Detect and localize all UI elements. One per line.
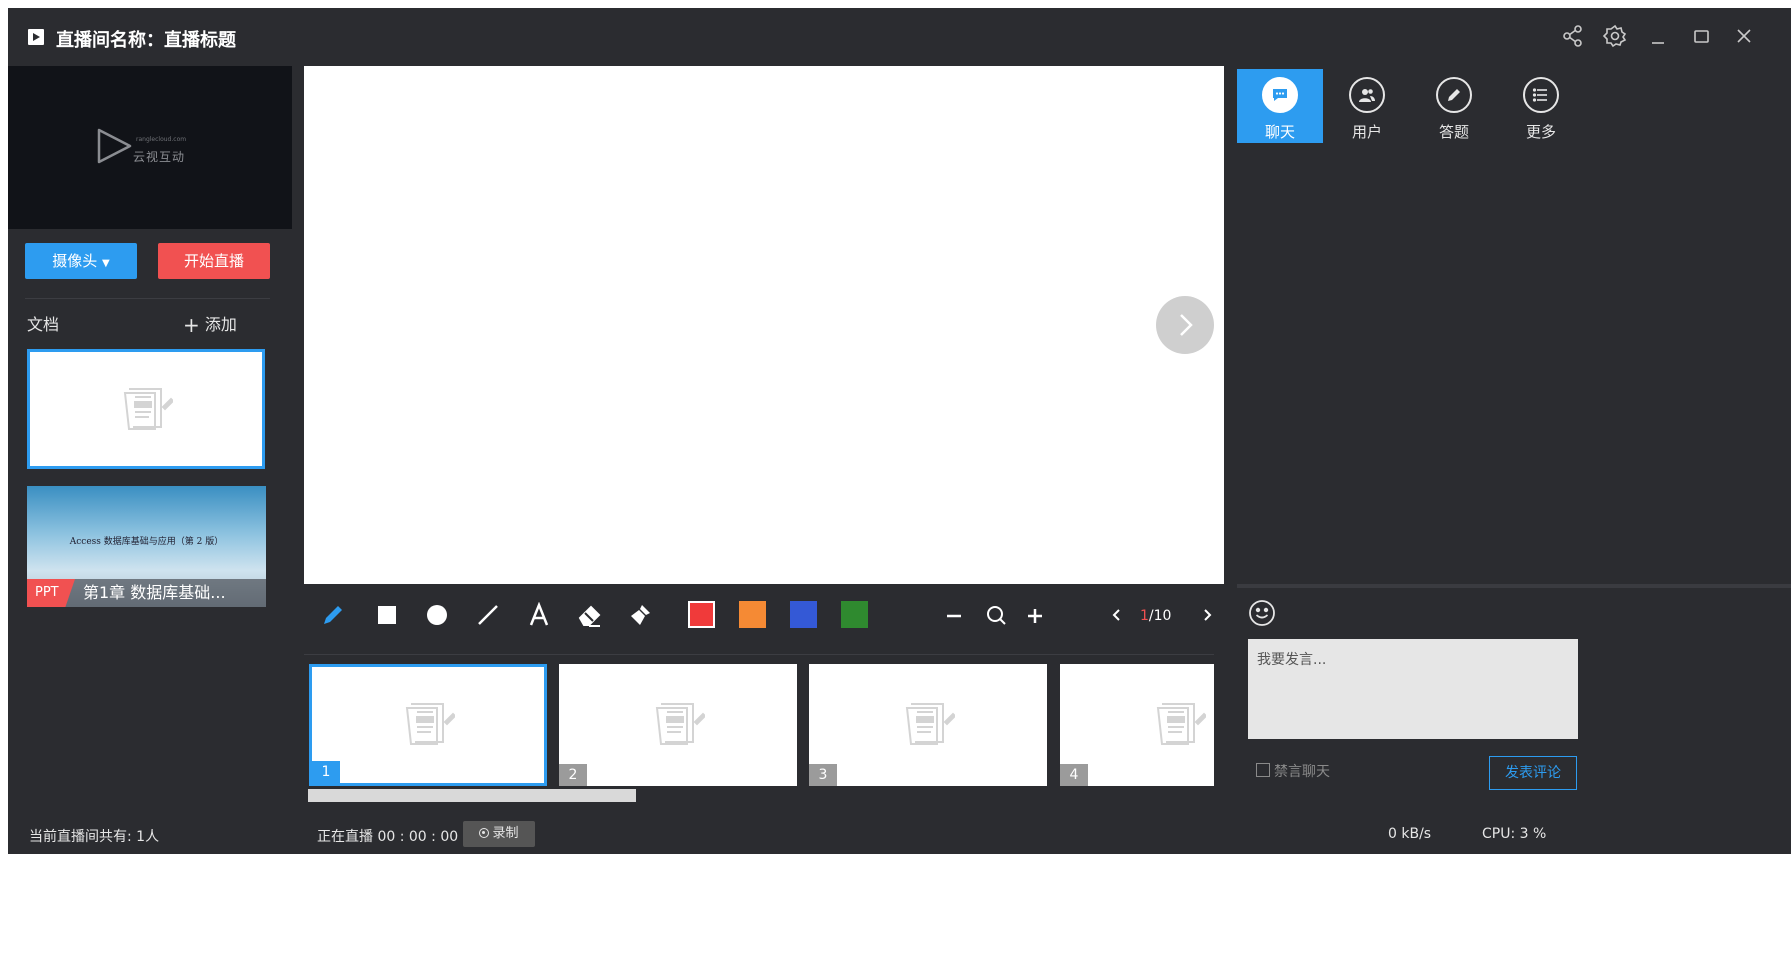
record-icon xyxy=(479,828,490,838)
window-title: 直播间名称：直播标题 xyxy=(56,30,236,51)
document-icon xyxy=(119,387,175,433)
scrollbar-thumb[interactable] xyxy=(308,789,636,802)
rectangle-icon[interactable] xyxy=(374,602,400,628)
maximize-icon[interactable] xyxy=(1687,22,1715,50)
add-label: 添加 xyxy=(204,315,237,334)
document-icon xyxy=(651,702,707,748)
documents-label: 文档 xyxy=(27,315,60,334)
drawing-toolbar: 1/10 xyxy=(304,584,1224,654)
chat-input[interactable]: 我要发言... xyxy=(1248,639,1578,739)
empty-area xyxy=(8,854,1791,967)
network-speed: 0 kB/s xyxy=(1388,826,1432,842)
start-live-button[interactable]: 开始直播 xyxy=(158,243,270,279)
caret-down-icon: ▼ xyxy=(102,258,110,269)
pencil-icon xyxy=(1436,77,1472,113)
right-tabs: 聊天 用户 答题 更多 xyxy=(1237,66,1791,146)
text-icon[interactable] xyxy=(526,601,552,628)
tab-more[interactable]: 更多 xyxy=(1498,69,1584,143)
ppt-slide-title: Access 数据库基础与应用（第 2 版） xyxy=(69,537,224,547)
mute-chat-checkbox[interactable] xyxy=(1256,763,1270,777)
color-green-swatch[interactable] xyxy=(841,601,868,628)
thumbnail-scrollbar[interactable] xyxy=(308,789,1218,803)
camera-button[interactable]: 摄像头 ▼ xyxy=(25,243,137,279)
users-icon xyxy=(1349,77,1385,113)
total-pages: /10 xyxy=(1148,608,1172,624)
clear-icon[interactable] xyxy=(628,602,654,628)
viewer-count: 当前直播间共有: 1人 xyxy=(29,829,160,845)
slide-number: 3 xyxy=(809,764,837,786)
slide-thumbnail[interactable]: 4 xyxy=(1060,664,1214,786)
eraser-icon[interactable] xyxy=(577,602,603,628)
color-orange-swatch[interactable] xyxy=(739,601,766,628)
chat-divider xyxy=(1237,584,1791,588)
slide-number: 1 xyxy=(312,761,340,783)
play-icon xyxy=(28,29,44,45)
circle-icon[interactable] xyxy=(424,602,450,628)
color-blue-swatch[interactable] xyxy=(790,601,817,628)
menu-icon xyxy=(1523,77,1559,113)
previous-page-icon[interactable] xyxy=(1104,602,1130,628)
logo-text: 云视互动 xyxy=(133,150,186,164)
next-page-icon[interactable] xyxy=(1194,602,1220,628)
document-icon xyxy=(1152,702,1208,748)
slide-thumbnails: 1 2 3 4 xyxy=(304,664,1214,792)
page-indicator: 1/10 xyxy=(1140,608,1171,624)
whiteboard-document[interactable] xyxy=(27,349,265,469)
close-icon[interactable] xyxy=(1730,22,1758,50)
document-icon xyxy=(401,702,457,748)
tab-users[interactable]: 用户 xyxy=(1324,69,1410,143)
zoom-icon[interactable] xyxy=(983,602,1009,628)
zoom-out-icon[interactable] xyxy=(941,602,967,628)
ppt-name: 第1章 数据库基础... xyxy=(83,583,226,602)
emoji-icon[interactable] xyxy=(1248,599,1276,627)
slide-thumbnail[interactable]: 1 xyxy=(309,664,547,786)
ppt-document[interactable]: Access 数据库基础与应用（第 2 版） PPT 第1章 数据库基础... xyxy=(27,486,266,607)
line-icon[interactable] xyxy=(475,602,501,628)
divider xyxy=(25,298,270,299)
tab-chat-label: 聊天 xyxy=(1264,123,1295,141)
chat-messages[interactable] xyxy=(1237,146,1791,584)
slide-thumbnail[interactable]: 2 xyxy=(559,664,797,786)
whiteboard-canvas[interactable] xyxy=(304,66,1224,584)
document-icon xyxy=(901,702,957,748)
cpu-usage: CPU: 3 % xyxy=(1482,826,1547,842)
settings-icon[interactable] xyxy=(1601,22,1629,50)
title-bar: 直播间名称：直播标题 xyxy=(8,8,1791,66)
zoom-in-icon[interactable] xyxy=(1022,602,1048,628)
camera-button-label: 摄像头 xyxy=(52,252,98,270)
plus-icon: + xyxy=(183,313,200,337)
record-label: 录制 xyxy=(492,826,519,841)
app-window: 直播间名称：直播标题 ranglecloud.com 云视互动 摄像头 ▼ 开始… xyxy=(8,8,1791,967)
status-bar: 当前直播间共有: 1人 正在直播 00 : 00 : 00 录制 0 kB/s … xyxy=(8,816,1791,854)
share-icon[interactable] xyxy=(1559,22,1587,50)
camera-preview: ranglecloud.com 云视互动 xyxy=(8,66,292,229)
current-page: 1 xyxy=(1140,608,1149,624)
slide-thumbnail[interactable]: 3 xyxy=(809,664,1047,786)
color-red-swatch[interactable] xyxy=(688,601,715,628)
live-timer: 正在直播 00 : 00 : 00 xyxy=(317,829,459,845)
chat-icon xyxy=(1262,77,1298,113)
pen-icon[interactable] xyxy=(320,602,346,628)
toolbar-divider xyxy=(304,654,1214,655)
add-document-button[interactable]: + 添加 xyxy=(183,311,237,337)
logo-domain: ranglecloud.com xyxy=(136,136,187,143)
tab-users-label: 用户 xyxy=(1351,123,1382,141)
mute-chat-label: 禁言聊天 xyxy=(1274,764,1330,780)
post-comment-button[interactable]: 发表评论 xyxy=(1489,756,1577,790)
slide-number: 2 xyxy=(559,764,587,786)
tab-quiz[interactable]: 答题 xyxy=(1411,69,1497,143)
slide-number: 4 xyxy=(1060,764,1088,786)
minimize-icon[interactable] xyxy=(1644,22,1672,50)
tab-chat[interactable]: 聊天 xyxy=(1237,69,1323,143)
tab-quiz-label: 答题 xyxy=(1438,123,1469,141)
record-button[interactable]: 录制 xyxy=(463,821,535,847)
tab-more-label: 更多 xyxy=(1525,123,1556,141)
next-page-button[interactable] xyxy=(1156,296,1214,354)
